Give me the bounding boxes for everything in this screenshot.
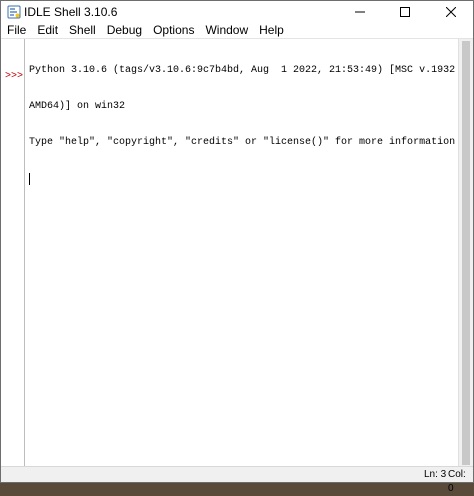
close-icon — [445, 7, 456, 17]
minimize-icon — [354, 11, 365, 13]
scrollbar-thumb[interactable] — [462, 41, 470, 465]
shell-input-line[interactable] — [29, 173, 456, 185]
menu-edit[interactable]: Edit — [31, 23, 63, 37]
prompt-gutter: >>> — [1, 39, 25, 467]
close-button[interactable] — [428, 1, 473, 23]
menu-debug[interactable]: Debug — [101, 23, 147, 37]
status-column-number: Col: 0 — [448, 469, 466, 494]
status-line-number: Ln: 3 — [424, 469, 447, 480]
shell-editor: >>> Python 3.10.6 (tags/v3.10.6:9c7b4bd,… — [1, 38, 473, 467]
maximize-icon — [399, 7, 410, 17]
title-bar[interactable]: IDLE Shell 3.10.6 — [1, 1, 473, 23]
text-caret — [29, 173, 30, 185]
python-idle-icon — [7, 5, 21, 19]
menu-file[interactable]: File — [1, 23, 31, 37]
menu-help[interactable]: Help — [253, 23, 289, 37]
shell-prompt: >>> — [5, 71, 24, 82]
shell-output-line: Python 3.10.6 (tags/v3.10.6:9c7b4bd, Aug… — [29, 65, 456, 76]
shell-output-line: AMD64)] on win32 — [29, 101, 126, 112]
idle-shell-window: IDLE Shell 3.10.6 File Edit Shell Debug … — [0, 0, 474, 494]
menu-options[interactable]: Options — [147, 23, 199, 37]
menu-shell[interactable]: Shell — [63, 23, 101, 37]
window-title: IDLE Shell 3.10.6 — [24, 5, 118, 19]
shell-output-line: Type "help", "copyright", "credits" or "… — [29, 137, 456, 148]
minimize-button[interactable] — [337, 1, 382, 23]
shell-text-area[interactable]: Python 3.10.6 (tags/v3.10.6:9c7b4bd, Aug… — [26, 39, 456, 467]
status-bar: Ln: 3 Col: 0 — [1, 466, 473, 494]
vertical-scrollbar[interactable] — [458, 39, 473, 467]
menu-bar: File Edit Shell Debug Options Window Hel… — [1, 23, 473, 37]
menu-window[interactable]: Window — [199, 23, 253, 37]
maximize-button[interactable] — [382, 1, 427, 23]
